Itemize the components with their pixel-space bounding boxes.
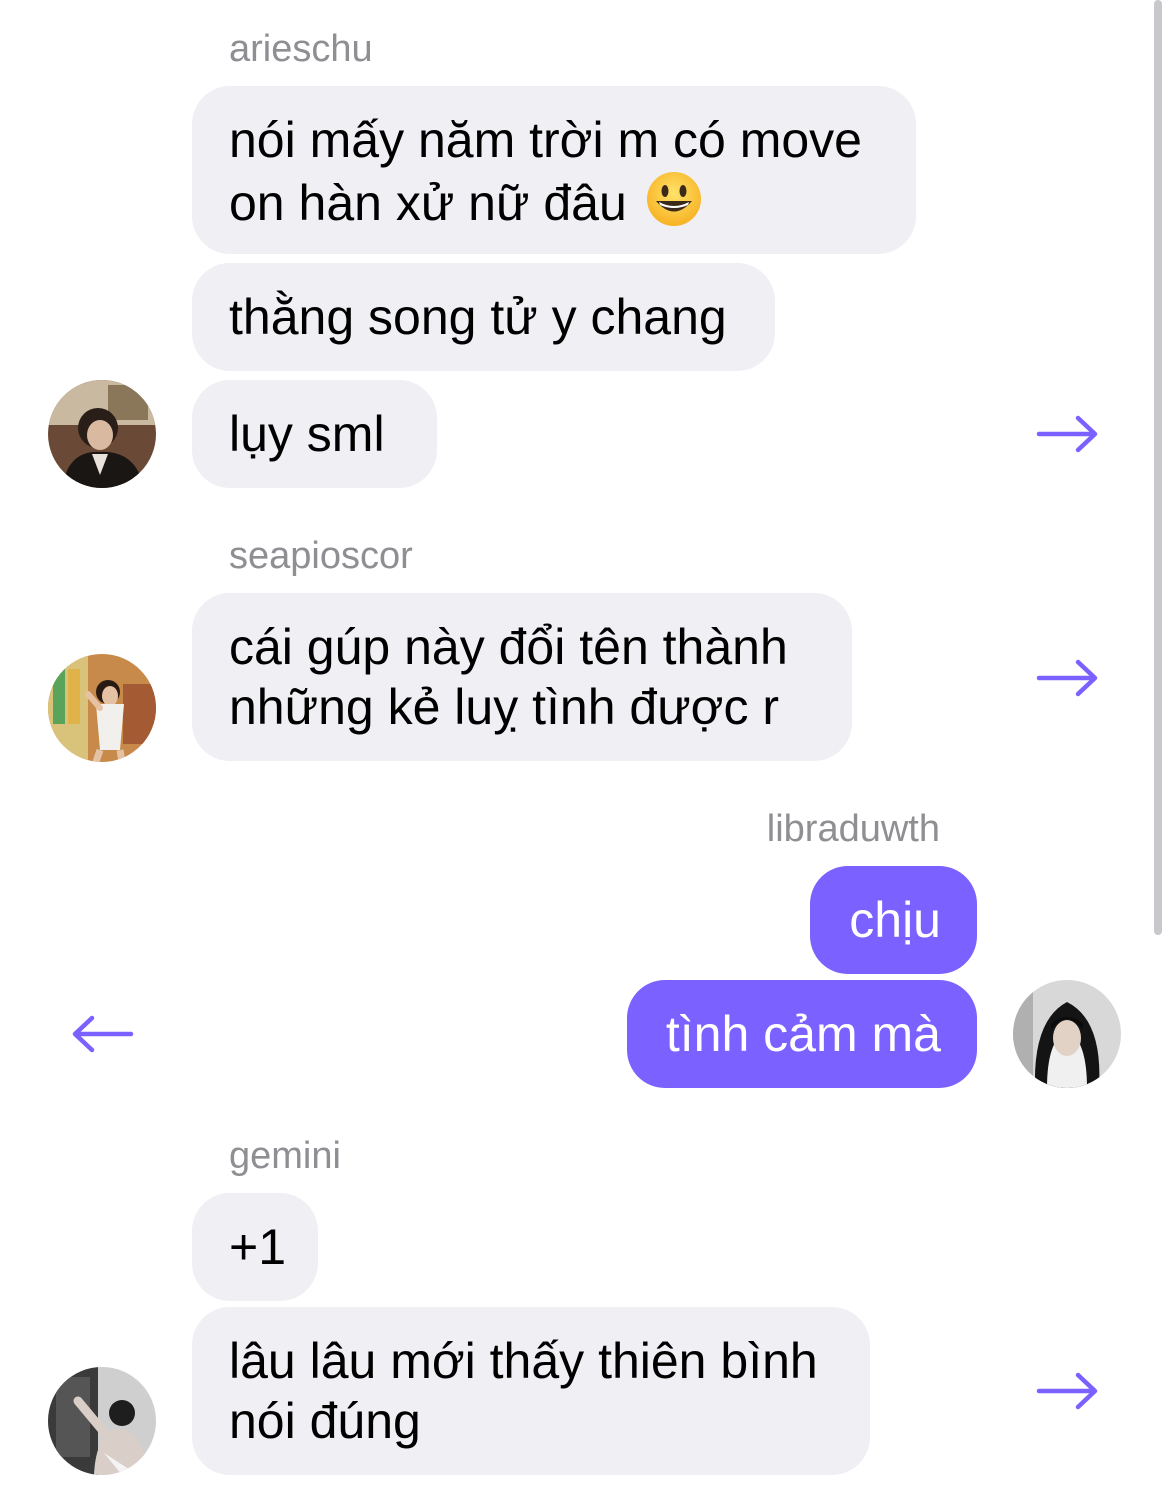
- arrow-left-icon[interactable]: [70, 1014, 134, 1054]
- message-text: +1: [229, 1219, 287, 1275]
- message-bubble[interactable]: lâu lâu mới thấy thiên bình nói đúng: [192, 1307, 870, 1475]
- scrollbar[interactable]: [1154, 0, 1162, 935]
- message-text-line: cái gúp này đổi tên thành: [229, 619, 788, 675]
- message-bubble[interactable]: tình cảm mà: [627, 980, 977, 1088]
- avatar-seapioscor[interactable]: [48, 654, 156, 762]
- message-text: lụy sml: [229, 406, 385, 462]
- message-text-line: on hàn xử nữ đâu: [229, 175, 627, 231]
- message-bubble[interactable]: thằng song tử y chang: [192, 263, 775, 371]
- sender-name: gemini: [229, 1135, 341, 1177]
- sender-name: libraduwth: [766, 808, 940, 850]
- sender-name: seapioscor: [229, 535, 413, 577]
- message-text: tình cảm mà: [665, 1006, 941, 1062]
- message-text-line-with-emoji: on hàn xử nữ đâu: [229, 170, 880, 233]
- sender-name: arieschu: [229, 28, 373, 70]
- avatar-arieschu[interactable]: [48, 380, 156, 488]
- message-bubble[interactable]: cái gúp này đổi tên thành những kẻ luỵ t…: [192, 593, 852, 761]
- arrow-right-icon[interactable]: [1036, 1371, 1100, 1411]
- avatar-gemini[interactable]: [48, 1367, 156, 1475]
- message-text: thằng song tử y chang: [229, 289, 727, 345]
- arrow-right-icon[interactable]: [1036, 658, 1100, 698]
- arrow-right-icon[interactable]: [1036, 414, 1100, 454]
- message-text-line: những kẻ luỵ tình được r: [229, 679, 779, 735]
- message-text-line: nói đúng: [229, 1393, 421, 1449]
- message-bubble[interactable]: nói mấy năm trời m có move on hàn xử nữ …: [192, 86, 916, 254]
- avatar-libraduwth[interactable]: [1013, 980, 1121, 1088]
- grinning-face-emoji: [645, 170, 703, 228]
- message-text: chịu: [849, 892, 941, 948]
- message-bubble[interactable]: +1: [192, 1193, 318, 1301]
- message-text-line: lâu lâu mới thấy thiên bình: [229, 1333, 818, 1389]
- message-bubble[interactable]: lụy sml: [192, 380, 437, 488]
- message-text-line: nói mấy năm trời m có move: [229, 112, 862, 168]
- message-bubble[interactable]: chịu: [810, 866, 977, 974]
